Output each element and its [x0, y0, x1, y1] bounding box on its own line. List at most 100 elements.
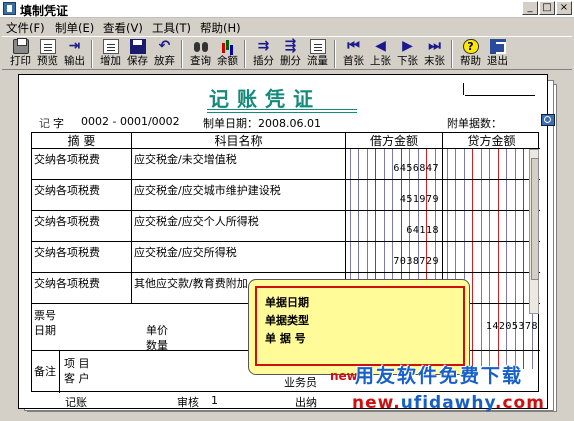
debit-cell[interactable]: 64118 [346, 211, 443, 242]
query-button[interactable]: 查询 [188, 38, 213, 69]
summary-cell[interactable]: 交纳各项税费 [32, 180, 132, 211]
insert-row-icon: ⇉ [257, 38, 270, 54]
exit-button[interactable]: 退出 [485, 38, 510, 69]
bookkeeper-label: 记账 [65, 396, 87, 409]
table-row[interactable]: 交纳各项税费 应交税金/未交增值税 6456847 [32, 149, 540, 180]
salesman-label: 业务员 [284, 376, 317, 389]
summary-cell[interactable]: 交纳各项税费 [32, 242, 132, 273]
delete-entry-button[interactable]: ⇶ 删分 [278, 38, 303, 69]
new-doc-icon [102, 39, 119, 54]
vertical-scrollbar[interactable] [529, 149, 539, 314]
reviewer-label: 审核 [177, 396, 199, 409]
zi-label: 字 [53, 117, 64, 130]
toolbar: 打印 预览 ⇥ 输出 增加 保存 ↶ 放弃 查询 余额 ⇉ 插分 ⇶ 删分 流量 ⏮ 首张… [2, 36, 572, 70]
voucher-number: 0002 - 0001/0002 [81, 115, 180, 128]
table-row[interactable]: 交纳各项税费 应交税金/应交所得税 7038729 [32, 242, 540, 273]
next-icon: ▶ [402, 38, 413, 54]
toolbar-separator [334, 40, 336, 68]
minimize-button[interactable]: _ [522, 1, 538, 15]
debit-cell[interactable]: 7038729 [346, 242, 443, 273]
export-icon: ⇥ [68, 38, 81, 54]
toolbar-separator [181, 40, 183, 68]
last-icon: ⏭ [428, 38, 441, 54]
doc-type-label: 单据类型 [265, 314, 309, 327]
window-title: 填制凭证 [20, 4, 69, 18]
tooltip-frame: 单据日期 单据类型 单 据 号 [255, 286, 465, 366]
print-button[interactable]: 打印 [8, 38, 33, 69]
col-credit: 贷方金额 [443, 133, 540, 149]
menu-view[interactable]: 查看(V) [103, 20, 143, 36]
add-button[interactable]: 增加 [98, 38, 123, 69]
col-debit: 借方金额 [346, 133, 443, 149]
col-account: 科目名称 [132, 133, 346, 149]
top-right-mark [465, 95, 535, 96]
first-icon: ⏮ [347, 38, 360, 54]
export-button[interactable]: ⇥ 输出 [62, 38, 87, 69]
unit-price-label: 单价 [146, 324, 168, 337]
menu-voucher[interactable]: 制单(E) [55, 20, 94, 36]
last-voucher-button[interactable]: ⏭ 末张 [422, 38, 447, 69]
insert-entry-button[interactable]: ⇉ 插分 [251, 38, 276, 69]
menu-bar: 文件(F) 制单(E) 查看(V) 工具(T) 帮助(H) [0, 18, 574, 36]
printer-icon [12, 38, 29, 54]
menu-file[interactable]: 文件(F) [6, 20, 45, 36]
prev-voucher-button[interactable]: ◀ 上张 [368, 38, 393, 69]
watermark-url-part: new. [352, 393, 401, 413]
undo-icon: ↶ [158, 38, 171, 54]
save-icon [129, 39, 146, 54]
account-cell[interactable]: 应交税金/应交城市维护建设税 [132, 180, 346, 211]
summary-cell[interactable]: 交纳各项税费 [32, 149, 132, 180]
account-cell[interactable]: 应交税金/应交所得税 [132, 242, 346, 273]
watermark-prefix: new [330, 369, 358, 383]
voucher-date[interactable]: 制单日期：2008.06.01 [203, 115, 321, 131]
doc-date-label: 单据日期 [265, 296, 309, 309]
menu-help[interactable]: 帮助(H) [200, 20, 241, 36]
preview-button[interactable]: 预览 [35, 38, 60, 69]
voucher-type-label[interactable]: 记 [39, 115, 50, 131]
toolbar-separator [244, 40, 246, 68]
binoculars-icon [193, 39, 209, 54]
prev-icon: ◀ [375, 38, 386, 54]
toolbar-separator [451, 40, 453, 68]
voucher-title: 记账凭证 [209, 87, 321, 111]
summary-cell[interactable]: 交纳各项税费 [32, 273, 132, 304]
save-button[interactable]: 保存 [125, 38, 150, 69]
help-icon: ? [462, 39, 479, 54]
menu-tools[interactable]: 工具(T) [152, 20, 191, 36]
ticket-number-label: 票号 [34, 309, 56, 322]
bar-chart-icon [220, 39, 236, 54]
maximize-button[interactable]: □ [539, 1, 555, 15]
debit-amount: 6456847 [393, 163, 439, 174]
pen-icon [309, 39, 326, 54]
debit-cell[interactable]: 451979 [346, 180, 443, 211]
table-row[interactable]: 交纳各项税费 应交税金/应交城市维护建设税 451979 [32, 180, 540, 211]
balance-button[interactable]: 余额 [215, 38, 240, 69]
debit-amount: 451979 [399, 194, 439, 205]
close-button[interactable]: × [556, 1, 572, 15]
table-row[interactable]: 交纳各项税费 应交税金/应交个人所得税 64118 [32, 211, 540, 242]
help-button[interactable]: ? 帮助 [458, 38, 483, 69]
next-voucher-button[interactable]: ▶ 下张 [395, 38, 420, 69]
project-label: 项 目 [64, 357, 90, 370]
watermark-brand: 用友软件免费下载 [355, 365, 524, 387]
remark-label: 备注 [32, 351, 60, 393]
customer-label: 客 户 [64, 372, 90, 385]
account-cell[interactable]: 应交税金/未交增值税 [132, 149, 346, 180]
summary-cell[interactable]: 交纳各项税费 [32, 211, 132, 242]
debit-amount: 7038729 [393, 256, 439, 267]
abandon-button[interactable]: ↶ 放弃 [152, 38, 177, 69]
title-underline [207, 109, 357, 113]
title-bar: 填制凭证 _ □ × [0, 0, 574, 18]
delete-row-icon: ⇶ [284, 38, 297, 54]
account-cell[interactable]: 应交税金/应交个人所得税 [132, 211, 346, 242]
cash-flow-button[interactable]: 流量 [305, 38, 330, 69]
toolbar-separator [91, 40, 93, 68]
attachment-count-label[interactable]: 附单据数： [447, 115, 502, 131]
watermark-url-part: .com [495, 393, 545, 413]
first-voucher-button[interactable]: ⏮ 首张 [341, 38, 366, 69]
app-icon [3, 2, 16, 15]
debit-cell[interactable]: 6456847 [346, 149, 443, 180]
ticket-date-label: 日期 [34, 324, 56, 337]
magnifier-icon[interactable] [541, 114, 555, 126]
col-summary: 摘 要 [32, 133, 132, 149]
